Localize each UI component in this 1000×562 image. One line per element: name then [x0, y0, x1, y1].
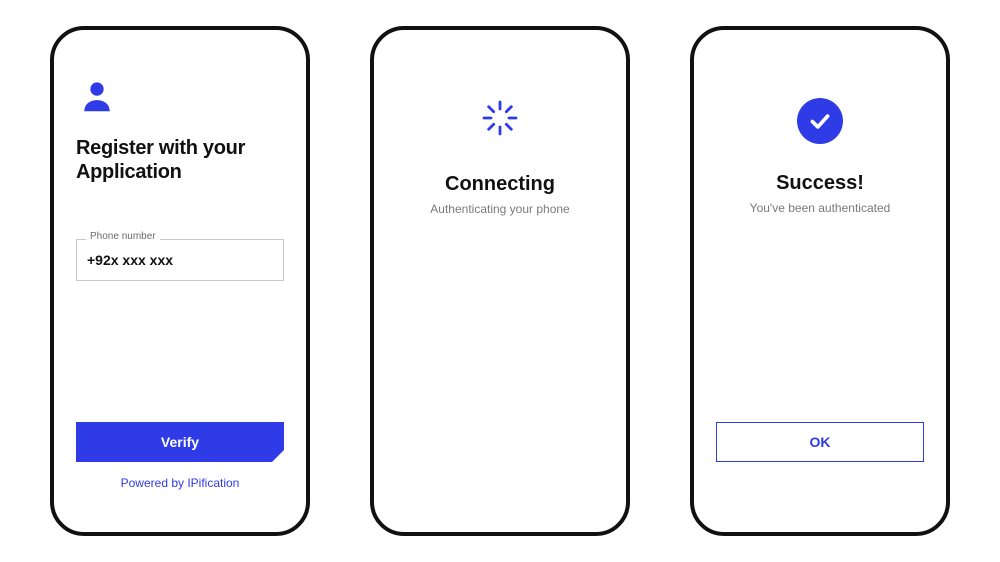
register-title: Register with your Application	[76, 136, 284, 184]
phone-number-field: Phone number	[76, 239, 284, 281]
success-subtitle: You've been authenticated	[750, 201, 891, 215]
register-header: Register with your Application	[76, 58, 284, 184]
verify-button[interactable]: Verify	[76, 422, 284, 462]
register-title-line2: Application	[76, 161, 182, 183]
checkmark-icon	[797, 98, 843, 144]
spinner-icon	[480, 98, 520, 138]
connecting-subtitle: Authenticating your phone	[430, 202, 569, 216]
phone-frame-connecting: Connecting Authenticating your phone	[370, 26, 630, 536]
powered-by-label: Powered by IPification	[54, 476, 306, 490]
success-title: Success!	[776, 172, 864, 195]
connecting-title: Connecting	[445, 173, 555, 196]
phone-number-input[interactable]	[76, 239, 284, 281]
phone-frame-success: Success! You've been authenticated OK	[690, 26, 950, 536]
register-title-line1: Register with your	[76, 137, 245, 159]
ok-button[interactable]: OK	[716, 422, 924, 462]
connecting-content: Connecting Authenticating your phone	[396, 98, 604, 216]
phone-number-label: Phone number	[86, 231, 160, 242]
phone-frame-register: Register with your Application Phone num…	[50, 26, 310, 536]
success-content: Success! You've been authenticated	[716, 98, 924, 215]
person-icon	[78, 78, 116, 116]
